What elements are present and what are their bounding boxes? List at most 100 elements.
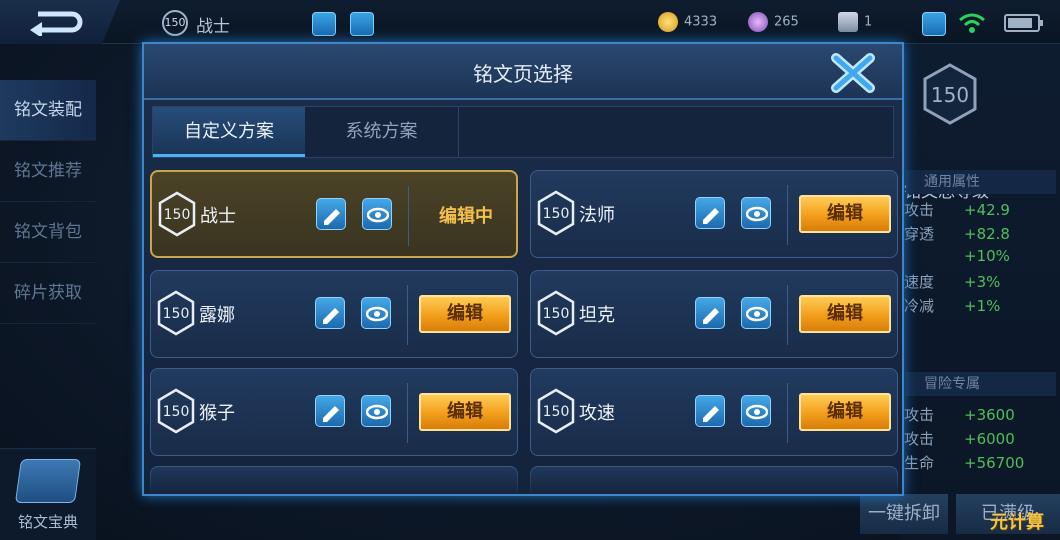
total-level-hex-icon: 150 [923, 63, 977, 125]
stat-value: +10% [964, 247, 1010, 265]
stat-row: 攻击 +3600 [904, 404, 1054, 425]
page-level-hex-icon: 150 [537, 290, 575, 336]
divider [407, 383, 408, 443]
rune-page-select-dialog: 铭文页选择 自定义方案 系统方案 150 战士 编辑中 150 法师 编辑 15… [142, 42, 904, 496]
rename-button[interactable] [695, 197, 725, 229]
page-name: 猴子 [199, 403, 235, 424]
book-icon [14, 459, 82, 503]
diamond-icon [748, 12, 768, 32]
dialog-title: 铭文页选择 [473, 62, 573, 86]
stat-value: +3% [964, 273, 1001, 291]
pencil-icon [323, 406, 339, 422]
edit-button[interactable]: 编辑 [799, 295, 891, 333]
divider [407, 285, 408, 345]
dismantle-all-button[interactable]: 一键拆卸 [860, 494, 948, 534]
preview-button[interactable] [362, 198, 392, 230]
preview-button[interactable] [361, 395, 391, 427]
divider [787, 383, 788, 443]
scroll-fade [144, 464, 902, 494]
stat-value: +3600 [964, 406, 1015, 424]
page-name: 攻速 [579, 403, 615, 424]
total-level-value: 150 [931, 83, 969, 107]
page-level-hex-icon: 150 [158, 191, 196, 237]
diamond-value: 265 [774, 14, 799, 30]
rename-button[interactable] [695, 297, 725, 329]
stat-row: 穿透 +82.8 [904, 223, 1054, 244]
nav-item-rune-recommend[interactable]: 铭文推荐 [0, 141, 96, 202]
rename-button[interactable] [695, 395, 725, 427]
rune-page-card[interactable]: 150 猴子 编辑 [150, 368, 518, 456]
rune-codex-button[interactable]: 铭文宝典 [0, 448, 96, 540]
stat-value: +1% [964, 297, 1001, 315]
battery-icon [1004, 14, 1043, 32]
page-name: 战士 [200, 206, 236, 227]
gold-value: 4333 [684, 14, 718, 30]
preview-button[interactable] [741, 197, 771, 229]
edit-button[interactable]: 编辑 [419, 393, 511, 431]
rune-page-card[interactable]: 150 坦克 编辑 [530, 270, 898, 358]
adventure-stats-header: 冒险专属 [906, 372, 1056, 396]
page-level: 150 [163, 404, 190, 420]
stat-row: 生命 +56700 [904, 452, 1054, 473]
rune-page-card[interactable]: 150 战士 编辑中 [150, 170, 518, 258]
edit-button[interactable]: 编辑 [799, 393, 891, 431]
stat-row: +10% [904, 247, 1054, 265]
stat-key: 速度 [904, 273, 935, 291]
rename-button[interactable] [315, 395, 345, 427]
rune-page-card[interactable]: 150 攻速 编辑 [530, 368, 898, 456]
nav-item-rune-bag[interactable]: 铭文背包 [0, 202, 96, 263]
preview-button[interactable] [741, 297, 771, 329]
stat-row: 攻击 +6000 [904, 428, 1054, 449]
stat-row: 冷减 +1% [904, 295, 1054, 316]
rename-button[interactable] [316, 198, 346, 230]
page-level-hex-icon: 150 [157, 290, 195, 336]
eye-icon [746, 206, 768, 222]
preview-button[interactable] [741, 395, 771, 427]
rune-page-card[interactable]: 150 露娜 编辑 [150, 270, 518, 358]
divider [408, 186, 409, 246]
rename-icon[interactable] [312, 12, 336, 36]
diamond-counter: 265 [748, 12, 799, 32]
hero-name: 战士 [196, 17, 230, 37]
page-name: 法师 [579, 205, 615, 226]
tab-system-scheme[interactable]: 系统方案 [305, 107, 459, 157]
wifi-icon [959, 13, 985, 33]
stat-row: 攻击 +42.9 [904, 199, 1054, 220]
add-icon[interactable] [350, 12, 374, 36]
close-icon[interactable] [830, 52, 876, 94]
stat-value: +42.9 [964, 201, 1010, 219]
voucher-icon [838, 12, 858, 32]
hero-level-badge: 150 [162, 10, 188, 36]
page-level-hex-icon: 150 [537, 388, 575, 434]
edit-button[interactable]: 编辑 [419, 295, 511, 333]
stat-key: 生命 [904, 454, 935, 472]
page-level: 150 [543, 404, 570, 420]
screen: 150 战士 4333 265 1 铭文装配 铭文推荐 铭文背包 碎片获取 铭文… [0, 0, 1060, 540]
edit-button[interactable]: 编辑 [799, 195, 891, 233]
tab-custom-scheme[interactable]: 自定义方案 [153, 107, 305, 157]
scheme-tabs: 自定义方案 系统方案 [152, 106, 894, 158]
rune-page-card[interactable]: 150 法师 编辑 [530, 170, 898, 258]
gold-counter: 4333 [658, 12, 717, 32]
left-nav: 铭文装配 铭文推荐 铭文背包 碎片获取 [0, 80, 96, 324]
stat-key: 攻击 [904, 430, 935, 448]
page-name: 露娜 [199, 305, 235, 326]
pencil-icon [703, 406, 719, 422]
stat-row: 速度 +3% [904, 271, 1054, 292]
stat-value: +6000 [964, 430, 1015, 448]
back-button[interactable] [0, 0, 120, 44]
nav-item-rune-equip[interactable]: 铭文装配 [0, 80, 96, 141]
preview-button[interactable] [361, 297, 391, 329]
page-level: 150 [164, 207, 191, 223]
general-stats-header: 通用属性 [906, 170, 1056, 194]
recharge-add-icon[interactable] [922, 12, 946, 36]
stat-key: 攻击 [904, 406, 935, 424]
stat-value: +82.8 [964, 225, 1010, 243]
watermark-logo: 元计算 [990, 512, 1044, 533]
eye-icon [366, 404, 388, 420]
nav-item-fragment-obtain[interactable]: 碎片获取 [0, 263, 96, 324]
voucher-counter: 1 [838, 12, 872, 32]
eye-icon [746, 404, 768, 420]
rename-button[interactable] [315, 297, 345, 329]
top-bar: 150 战士 4333 265 1 [0, 0, 1060, 44]
